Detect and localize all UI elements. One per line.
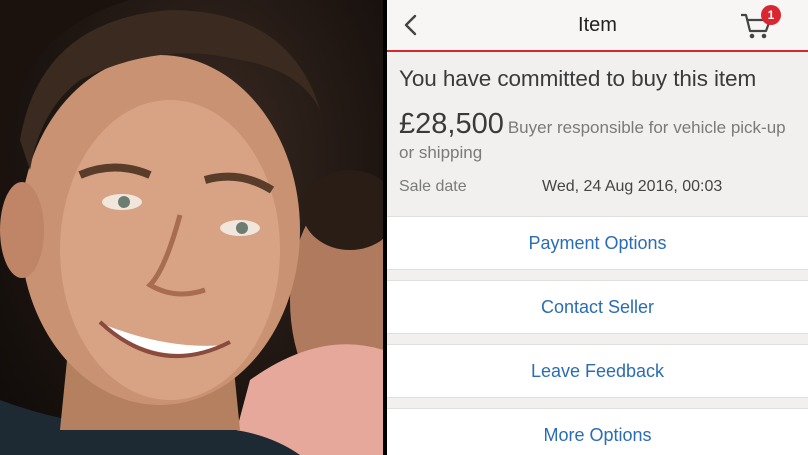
price: £28,500 [399,108,504,140]
sale-date-row: Sale date Wed, 24 Aug 2016, 00:03 [399,178,799,196]
sale-date-value: Wed, 24 Aug 2016, 00:03 [542,178,723,195]
ebay-item-screen: Item 1 You have committed to buy this it… [387,0,808,455]
man-portrait-photo [0,0,383,455]
contact-seller-button[interactable]: Contact Seller [387,280,808,334]
purchase-headline: You have committed to buy this item [399,66,757,91]
photo-panel [0,0,383,455]
purchase-summary: You have committed to buy this item £28,… [399,66,804,164]
leave-feedback-button[interactable]: Leave Feedback [387,344,808,398]
price-row: £28,500 Buyer responsible for vehicle pic… [399,106,804,164]
sale-date-label: Sale date [399,178,467,195]
payment-options-button[interactable]: Payment Options [387,216,808,270]
more-options-button[interactable]: More Options [387,408,808,455]
cart-count-badge: 1 [761,5,781,25]
top-nav-bar: Item 1 [387,0,808,52]
